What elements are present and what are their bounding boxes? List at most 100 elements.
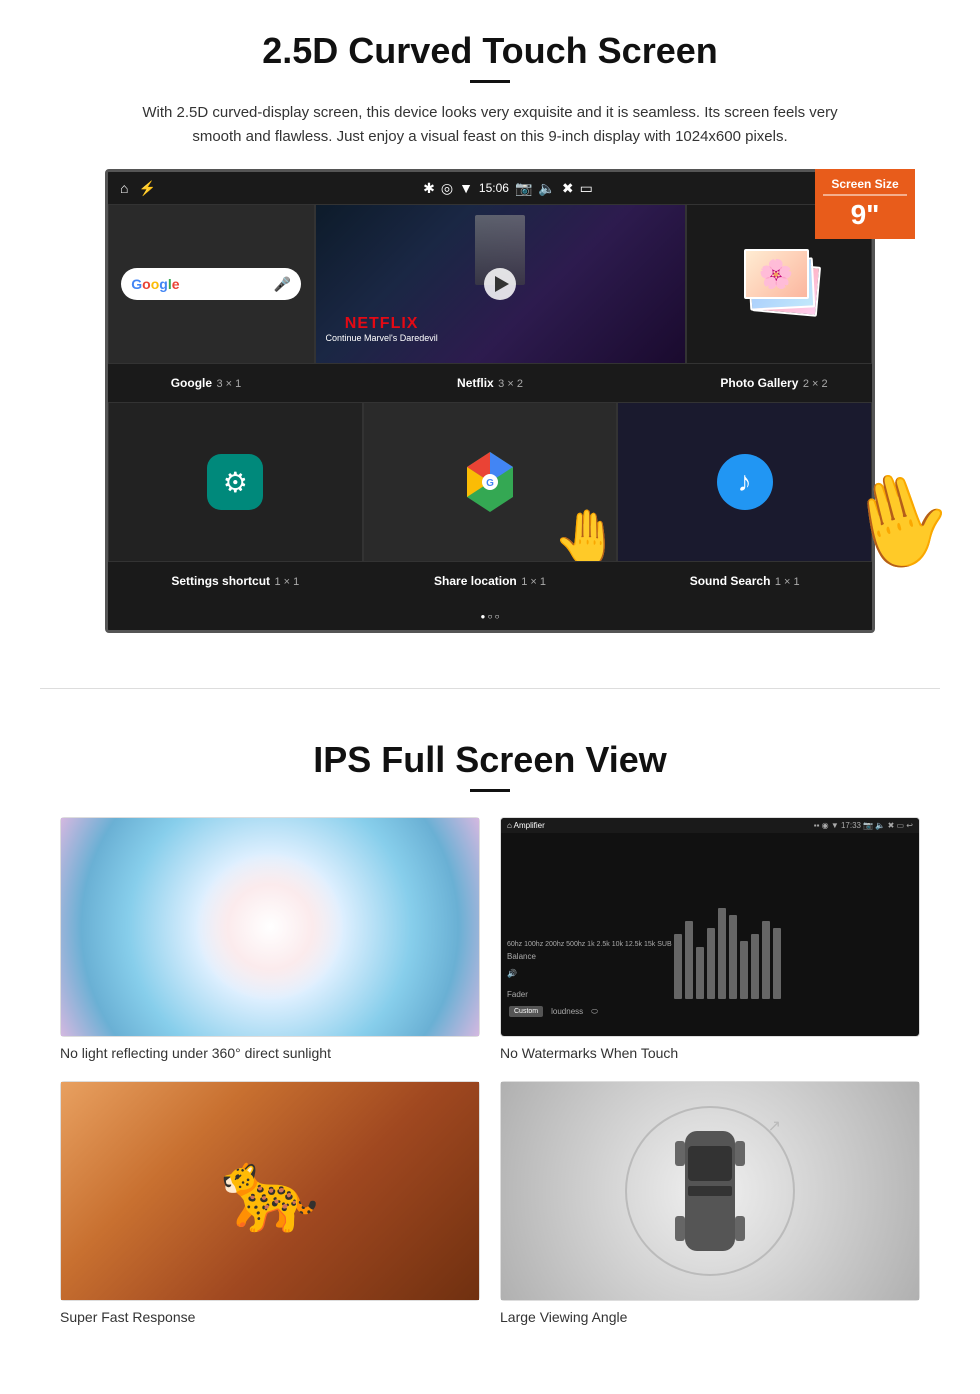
- cheetah-emoji: 🐆: [220, 1144, 320, 1238]
- bluetooth-icon: ✱: [423, 180, 435, 197]
- cheetah-bg: 🐆: [61, 1082, 479, 1300]
- amp-bar-10: [773, 928, 781, 1000]
- music-note-icon: ♪: [738, 466, 752, 498]
- loudness-toggle[interactable]: ⬭: [591, 1007, 598, 1017]
- google-app-cell[interactable]: Google 🎤: [108, 204, 315, 364]
- google-app-label: Google: [171, 376, 212, 390]
- usb-icon: ⚡: [138, 180, 155, 197]
- amp-bar-1: [674, 934, 682, 999]
- feature-img-cheetah: 🐆: [60, 1081, 480, 1301]
- amp-content: 60hz 100hz 200hz 500hz 1k 2.5k 10k 12.5k…: [501, 833, 919, 1003]
- badge-size: 9": [823, 199, 907, 231]
- music-icon-circle: ♪: [717, 454, 773, 510]
- app-grid-row1: Google 🎤: [108, 204, 872, 364]
- share-location-cell[interactable]: G 🤚: [363, 402, 618, 562]
- amp-bar-5: [718, 908, 726, 999]
- feature-img-car: ↗: [500, 1081, 920, 1301]
- pagination-dots: ● ○ ○: [108, 600, 872, 630]
- sound-search-cell[interactable]: ♪: [617, 402, 872, 562]
- google-search-bar[interactable]: Google 🎤: [121, 268, 301, 300]
- share-app-label: Share location: [434, 574, 517, 588]
- clock: 15:06: [479, 181, 509, 195]
- feature-grid: No light reflecting under 360° direct su…: [60, 817, 920, 1325]
- section2-title: IPS Full Screen View: [60, 739, 920, 781]
- google-maps-icon: G: [465, 452, 515, 512]
- google-app-size: 3 × 1: [217, 378, 242, 390]
- section1-description: With 2.5D curved-display screen, this de…: [140, 101, 840, 149]
- sky-gradient: [61, 818, 479, 1036]
- photo-item-3: 🌸: [744, 249, 809, 299]
- netflix-brand: NETFLIX: [326, 315, 438, 333]
- amp-sliders: 🖐: [674, 869, 913, 999]
- feature-item-angle: ↗ Large Viewing Angle: [500, 1081, 920, 1325]
- gallery-label-cell: Photo Gallery 2 × 2: [676, 369, 872, 397]
- device-container: Screen Size 9" ⌂ ⚡ ✱ ◎ ▼ 15:06 📷: [105, 169, 875, 633]
- feature-item-sunlight: No light reflecting under 360° direct su…: [60, 817, 480, 1061]
- amp-bar-9: [762, 921, 770, 999]
- window-icon: ▭: [580, 180, 593, 197]
- sound-app-size: 1 × 1: [775, 576, 800, 588]
- amp-labels: 60hz 100hz 200hz 500hz 1k 2.5k 10k 12.5k…: [507, 941, 672, 999]
- amp-bar-3: [696, 947, 704, 999]
- location-icon: ◎: [441, 180, 453, 197]
- status-bar: ⌂ ⚡ ✱ ◎ ▼ 15:06 📷 🔈 ✖ ▭: [108, 172, 872, 204]
- sound-app-label: Sound Search: [690, 574, 771, 588]
- netflix-app-size: 3 × 2: [498, 378, 523, 390]
- status-bar-center: ✱ ◎ ▼ 15:06 📷 🔈 ✖ ▭: [423, 180, 593, 197]
- amp-footer: Custom loudness ⬭: [501, 1003, 919, 1020]
- google-logo: Google: [131, 276, 179, 292]
- wifi-icon: ▼: [459, 180, 473, 196]
- close-icon: ✖: [562, 180, 574, 197]
- device-screen: ⌂ ⚡ ✱ ◎ ▼ 15:06 📷 🔈 ✖ ▭: [105, 169, 875, 633]
- car-top-view: [670, 1121, 750, 1261]
- amp-bar-7: [740, 941, 748, 1000]
- loudness-label: loudness: [551, 1007, 583, 1016]
- netflix-subtitle: Continue Marvel's Daredevil: [326, 333, 438, 343]
- gear-icon: ⚙: [223, 466, 248, 499]
- page: 2.5D Curved Touch Screen With 2.5D curve…: [0, 0, 980, 1355]
- section2-underline: [470, 789, 510, 792]
- volume-icon: 🔈: [538, 180, 555, 197]
- label-row-2: Settings shortcut 1 × 1 Share location 1…: [108, 562, 872, 600]
- status-bar-left: ⌂ ⚡: [120, 180, 156, 197]
- netflix-label-cell: Netflix 3 × 2: [304, 369, 676, 397]
- amplifier-ui: ⌂ Amplifier ▪▪ ◉ ▼ 17:33 📷 🔈 ✖ ▭ ↩ 60hz …: [501, 818, 919, 1036]
- amp-bars: [674, 869, 781, 999]
- home-icon[interactable]: ⌂: [120, 180, 128, 196]
- sound-label-cell: Sound Search 1 × 1: [617, 567, 872, 595]
- feature-item-fast: 🐆 Super Fast Response: [60, 1081, 480, 1325]
- mic-icon[interactable]: 🎤: [274, 276, 291, 293]
- netflix-app-label: Netflix: [457, 376, 494, 390]
- feature-img-sky: [60, 817, 480, 1037]
- section1: 2.5D Curved Touch Screen With 2.5D curve…: [0, 0, 980, 658]
- settings-label-cell: Settings shortcut 1 × 1: [108, 567, 363, 595]
- settings-app-cell[interactable]: ⚙: [108, 402, 363, 562]
- screen-badge: Screen Size 9": [815, 169, 915, 239]
- svg-text:G: G: [486, 478, 494, 489]
- feature-img-amplifier: ⌂ Amplifier ▪▪ ◉ ▼ 17:33 📷 🔈 ✖ ▭ ↩ 60hz …: [500, 817, 920, 1037]
- netflix-app-cell[interactable]: NETFLIX Continue Marvel's Daredevil: [315, 204, 686, 364]
- car-arrow: ↗: [768, 1116, 781, 1136]
- share-label-cell: Share location 1 × 1: [363, 567, 618, 595]
- label-row-1: Google 3 × 1 Netflix 3 × 2 Photo Gallery…: [108, 364, 872, 402]
- amp-bar-4: [707, 928, 715, 1000]
- section2: IPS Full Screen View No light reflecting…: [0, 719, 980, 1355]
- hand-icon: 🤚: [553, 506, 617, 562]
- feature-caption-watermarks: No Watermarks When Touch: [500, 1045, 920, 1061]
- play-button[interactable]: [484, 268, 516, 300]
- amp-bar-2: [685, 921, 693, 999]
- badge-label: Screen Size: [823, 177, 907, 191]
- share-app-size: 1 × 1: [521, 576, 546, 588]
- feature-caption-fast: Super Fast Response: [60, 1309, 480, 1325]
- car-view-bg: ↗: [501, 1082, 919, 1300]
- amp-statusbar: ⌂ Amplifier ▪▪ ◉ ▼ 17:33 📷 🔈 ✖ ▭ ↩: [501, 818, 919, 833]
- settings-app-size: 1 × 1: [275, 576, 300, 588]
- google-label-cell: Google 3 × 1: [108, 369, 304, 397]
- sun-glow: [195, 852, 345, 1002]
- feature-caption-angle: Large Viewing Angle: [500, 1309, 920, 1325]
- badge-divider: [823, 194, 907, 196]
- custom-btn[interactable]: Custom: [509, 1006, 543, 1017]
- feature-caption-sunlight: No light reflecting under 360° direct su…: [60, 1045, 480, 1061]
- car-circle: ↗: [625, 1106, 795, 1276]
- gallery-app-size: 2 × 2: [803, 378, 828, 390]
